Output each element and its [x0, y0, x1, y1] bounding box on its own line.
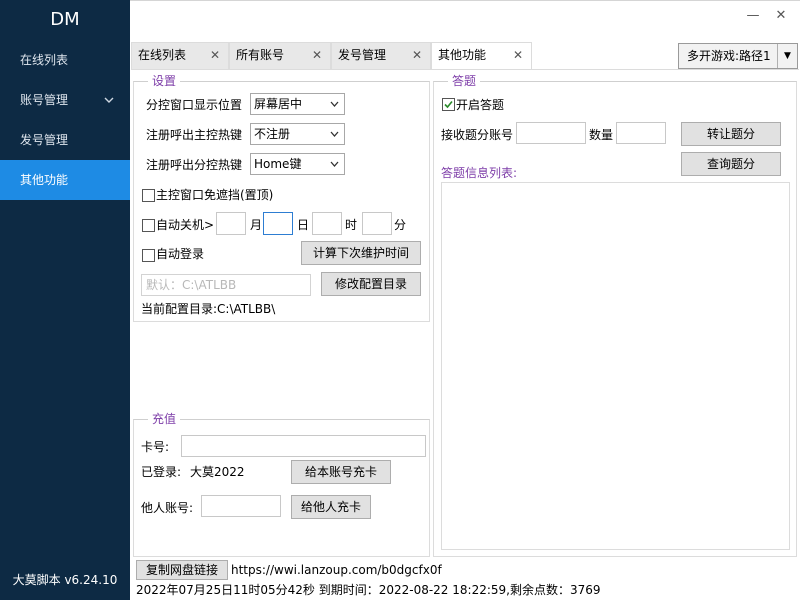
sidebar-item-account-management[interactable]: 账号管理 [0, 80, 130, 120]
quiz-info-list-label: 答题信息列表: [441, 166, 518, 180]
settings-legend: 设置 [148, 73, 181, 89]
query-points-button[interactable]: 查询题分 [681, 152, 781, 176]
transfer-points-button[interactable]: 转让题分 [681, 122, 781, 146]
recharge-other-button[interactable]: 给他人充卡 [291, 495, 371, 519]
calc-maintenance-time-button[interactable]: 计算下次维护时间 [301, 241, 421, 265]
tab-label: 其他功能 [438, 48, 487, 62]
modify-config-dir-button[interactable]: 修改配置目录 [321, 272, 421, 296]
chevron-down-icon [330, 124, 339, 152]
card-number-label: 卡号: [141, 440, 170, 454]
chevron-down-icon [330, 154, 339, 182]
recharge-self-button[interactable]: 给本账号充卡 [291, 460, 391, 484]
current-config-dir: 当前配置目录:C:\ATLBB\ [141, 302, 276, 316]
select-value: 不注册 [254, 127, 291, 141]
enable-quiz-checkbox[interactable] [442, 98, 455, 111]
sidebar-item-other-functions[interactable]: 其他功能 [0, 160, 130, 200]
netdisk-link[interactable]: https://wwi.lanzoup.com/b0dgcfx0f [231, 562, 442, 578]
quiz-info-list[interactable] [441, 182, 790, 550]
recharge-legend: 充值 [148, 411, 181, 427]
sub-hotkey-select[interactable]: Home键 [250, 153, 345, 175]
sub-hotkey-label: 注册呼出分控热键 [146, 158, 243, 172]
shutdown-month-input[interactable] [216, 212, 246, 235]
tab-divider [131, 69, 799, 70]
game-path-select[interactable]: 多开游戏:路径1 ▼ [678, 43, 798, 69]
tab-label: 发号管理 [338, 48, 387, 62]
day-unit-label: 日 [297, 218, 310, 232]
chevron-down-icon: ▼ [777, 44, 797, 68]
no-occlude-label: 主控窗口免遮挡(置顶) [156, 188, 274, 202]
close-icon[interactable]: ✕ [513, 43, 523, 68]
tab-issue-management[interactable]: 发号管理 ✕ [331, 42, 431, 69]
chevron-down-icon [330, 94, 339, 122]
sidebar-item-label: 发号管理 [20, 133, 69, 147]
auto-shutdown-checkbox[interactable] [142, 219, 155, 232]
select-value: 屏幕居中 [254, 97, 303, 111]
main-window-position-label: 分控窗口显示位置 [146, 98, 243, 112]
game-path-value: 多开游戏:路径1 [687, 49, 771, 63]
app-logo: DM [50, 9, 80, 30]
sidebar-item-issue-management[interactable]: 发号管理 [0, 120, 130, 160]
checkmark-icon [444, 100, 453, 109]
app-version: 大莫脚本 v6.24.10 [12, 573, 118, 587]
tab-label: 在线列表 [138, 48, 187, 62]
quantity-input[interactable] [616, 122, 666, 144]
month-unit-label: 月 [250, 218, 263, 232]
shutdown-day-input[interactable] [263, 212, 293, 235]
auto-login-label: 自动登录 [156, 247, 205, 261]
receive-account-label: 接收题分账号 [441, 128, 514, 142]
logged-in-label: 已登录: [141, 465, 182, 479]
auto-login-checkbox[interactable] [142, 249, 155, 262]
close-button[interactable]: ✕ [772, 7, 790, 25]
receive-account-input[interactable] [516, 122, 586, 144]
close-icon[interactable]: ✕ [412, 43, 422, 68]
tab-online-list[interactable]: 在线列表 ✕ [131, 42, 229, 69]
select-value: Home键 [254, 157, 302, 171]
shutdown-minute-input[interactable] [362, 212, 392, 235]
tab-other-functions[interactable]: 其他功能 ✕ [431, 42, 532, 69]
minimize-button[interactable]: — [744, 7, 762, 25]
main-hotkey-select[interactable]: 不注册 [250, 123, 345, 145]
other-account-label: 他人账号: [141, 501, 194, 515]
minute-unit-label: 分 [394, 218, 407, 232]
sidebar-item-label: 账号管理 [20, 93, 69, 107]
main-hotkey-label: 注册呼出主控热键 [146, 128, 243, 142]
quantity-label: 数量 [589, 128, 614, 142]
logged-in-user: 大莫2022 [190, 465, 245, 479]
hour-unit-label: 时 [345, 218, 358, 232]
shutdown-hour-input[interactable] [312, 212, 342, 235]
enable-quiz-label: 开启答题 [456, 98, 505, 112]
sidebar: DM 在线列表 账号管理 发号管理 其他功能 大莫脚本 v6.24.10 [0, 0, 130, 600]
no-occlude-checkbox[interactable] [142, 189, 155, 202]
card-number-input[interactable] [181, 435, 426, 457]
sidebar-item-online-list[interactable]: 在线列表 [0, 40, 130, 80]
sidebar-item-label: 其他功能 [20, 173, 69, 187]
sidebar-item-label: 在线列表 [20, 53, 69, 67]
tab-label: 所有账号 [236, 48, 285, 62]
copy-link-button[interactable]: 复制网盘链接 [136, 560, 228, 580]
quiz-legend: 答题 [448, 73, 481, 89]
auto-shutdown-label: 自动关机> [156, 218, 215, 232]
close-icon[interactable]: ✕ [210, 43, 220, 68]
close-icon[interactable]: ✕ [312, 43, 322, 68]
status-bar: 2022年07月25日11时05分42秒 到期时间：2022-08-22 18:… [136, 583, 601, 597]
other-account-input[interactable] [201, 495, 281, 517]
config-dir-input[interactable]: 默认：C:\ATLBB [141, 274, 311, 296]
main-window-position-select[interactable]: 屏幕居中 [250, 93, 345, 115]
tab-all-accounts[interactable]: 所有账号 ✕ [229, 42, 331, 69]
main-panel: — ✕ 在线列表 ✕ 所有账号 ✕ 发号管理 ✕ 其他功能 ✕ 多开游戏:路径1… [130, 0, 800, 600]
